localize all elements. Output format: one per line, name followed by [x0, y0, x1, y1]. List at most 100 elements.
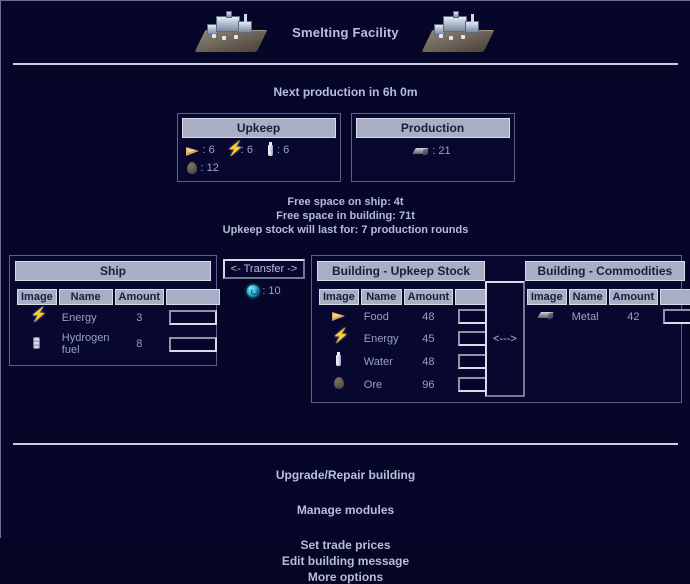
upkeep-row-2: : 12 [182, 159, 336, 177]
bu-row-food-image [319, 307, 359, 326]
ship-col-amount: Amount [114, 289, 165, 305]
summary-panels: Upkeep : 6 : 6 : 6 : 12 [1, 113, 690, 182]
food-icon [331, 310, 346, 321]
bc-row-metal-input-cell [660, 307, 690, 326]
ship-col-input [166, 289, 221, 305]
hydrogen-fuel-icon [32, 336, 41, 350]
bc-col-input [660, 289, 690, 305]
ship-row-energy-image [17, 306, 57, 328]
link-manage-modules[interactable]: Manage modules [1, 503, 690, 517]
table-row: Food 48 [319, 307, 509, 326]
energy-icon [227, 140, 244, 157]
food-icon [185, 145, 200, 156]
bu-col-amount: Amount [403, 289, 454, 305]
building-page: Smelting Facility Next production in 6h … [0, 0, 690, 584]
bu-row-ore-image [319, 374, 359, 395]
credit-display: : 10 [247, 285, 281, 297]
bc-col-amount: Amount [608, 289, 659, 305]
link-set-trade-prices[interactable]: Set trade prices [1, 538, 690, 552]
divider-top [13, 63, 678, 65]
upkeep-item-water: : 6 [267, 142, 290, 157]
ship-table: Image Name Amount Energy 3 [15, 287, 222, 360]
bu-row-energy-name: Energy [363, 332, 399, 345]
ship-panel-title: Ship [15, 261, 211, 281]
link-more-options[interactable]: More options [1, 570, 690, 584]
ship-hydrogen-transfer-input[interactable] [169, 336, 218, 352]
bc-row-metal-amount: 42 [627, 310, 640, 323]
building-sprite-icon-right [421, 10, 495, 54]
swap-button[interactable]: <---> [485, 281, 525, 397]
bc-row-metal-image [527, 307, 567, 326]
building-commodities-title: Building - Commodities [524, 261, 685, 281]
metal-icon [414, 146, 429, 157]
building-sprite-icon-left [194, 10, 268, 54]
footer-links: Upgrade/Repair building Manage modules S… [1, 468, 690, 584]
ore-icon [186, 161, 198, 175]
space-info: Free space on ship: 4t Free space in bui… [1, 195, 690, 237]
link-upgrade-repair-building[interactable]: Upgrade/Repair building [1, 468, 690, 482]
production-row: : 21 [356, 138, 510, 167]
credit-icon [247, 285, 260, 297]
ship-row-hydrogen-amount: 8 [136, 338, 143, 350]
bu-row-energy-image [319, 327, 359, 349]
ship-col-image: Image [17, 289, 57, 305]
bu-row-ore-name: Ore [363, 378, 383, 391]
ship-table-header-row: Image Name Amount [17, 289, 221, 305]
bu-row-food-name: Food [363, 310, 389, 323]
building-commodities-header-row: Image Name Amount [526, 289, 690, 305]
building-panel: Building - Upkeep Stock Image Name Amoun… [311, 255, 690, 403]
production-panel: Production : 21 [350, 113, 515, 182]
upkeep-row-1: : 6 : 6 : 6 [182, 138, 336, 159]
ship-row-hydrogen-input-cell [166, 330, 220, 358]
bu-row-ore-amount: 96 [422, 378, 435, 391]
upkeep-water-value: : 6 [276, 144, 290, 156]
water-icon [267, 142, 274, 157]
bu-col-image: Image [319, 289, 359, 305]
ship-col-name: Name [58, 289, 113, 305]
ship-energy-transfer-input[interactable] [169, 310, 218, 325]
production-item-metal: : 21 [414, 145, 450, 157]
water-icon [335, 352, 342, 367]
ship-row-energy-input-cell [166, 307, 220, 328]
building-upkeep-column: Building - Upkeep Stock Image Name Amoun… [317, 261, 510, 397]
ship-row-hydrogen-image [17, 330, 57, 358]
free-space-ship: Free space on ship: 4t [287, 196, 404, 208]
bu-row-water-amount: 48 [422, 355, 435, 368]
upkeep-item-ore: : 12 [186, 161, 219, 175]
table-row: Metal 42 [527, 307, 690, 326]
energy-icon [30, 306, 47, 323]
ship-row-hydrogen-name: Hydrogen fuel [61, 332, 110, 356]
transfer-button[interactable]: <- Transfer -> [222, 259, 306, 279]
bu-row-water-image [319, 351, 359, 372]
building-upkeep-table: Image Name Amount Food 48 ⚡ Energy 45 Wa… [317, 287, 511, 397]
production-panel-title: Production [355, 118, 510, 138]
upkeep-item-food: : 6 [185, 144, 215, 156]
transfer-column: <- Transfer -> : 10 [217, 255, 311, 297]
ship-row-energy-amount: 3 [136, 311, 143, 324]
bu-row-energy-amount: 45 [422, 332, 435, 345]
ship-row-energy-name: Energy [61, 311, 97, 324]
upkeep-food-value: : 6 [202, 144, 215, 156]
upkeep-panel-title: Upkeep [181, 118, 336, 138]
bc-col-image: Image [526, 289, 567, 305]
building-upkeep-header-row: Image Name Amount [319, 289, 510, 305]
link-edit-building-message[interactable]: Edit building message [1, 554, 690, 568]
bc-row-metal-name: Metal [571, 310, 599, 323]
upkeep-item-energy: : 6 [227, 140, 253, 157]
inventory-area: Ship Image Name Amount Energy 3 [1, 255, 690, 403]
upkeep-ore-value: : 12 [200, 162, 219, 174]
building-upkeep-title: Building - Upkeep Stock [317, 261, 485, 281]
next-production-text: Next production in 6h 0m [273, 85, 418, 99]
energy-icon [332, 327, 349, 344]
free-space-building: Free space in building: 71t [276, 210, 415, 222]
production-metal-value: : 21 [432, 145, 451, 157]
bu-col-name: Name [360, 289, 402, 305]
building-metal-transfer-input[interactable] [663, 309, 690, 324]
ship-panel: Ship Image Name Amount Energy 3 [9, 255, 221, 366]
bu-row-food-amount: 48 [422, 310, 435, 323]
table-row: Hydrogen fuel 8 [17, 330, 220, 358]
table-row: Energy 3 [17, 306, 220, 328]
upkeep-duration: Upkeep stock will last for: 7 production… [222, 224, 469, 236]
swap-column: <---> [485, 261, 525, 397]
building-commodities-column: Building - Commodities Image Name Amount… [524, 261, 690, 397]
